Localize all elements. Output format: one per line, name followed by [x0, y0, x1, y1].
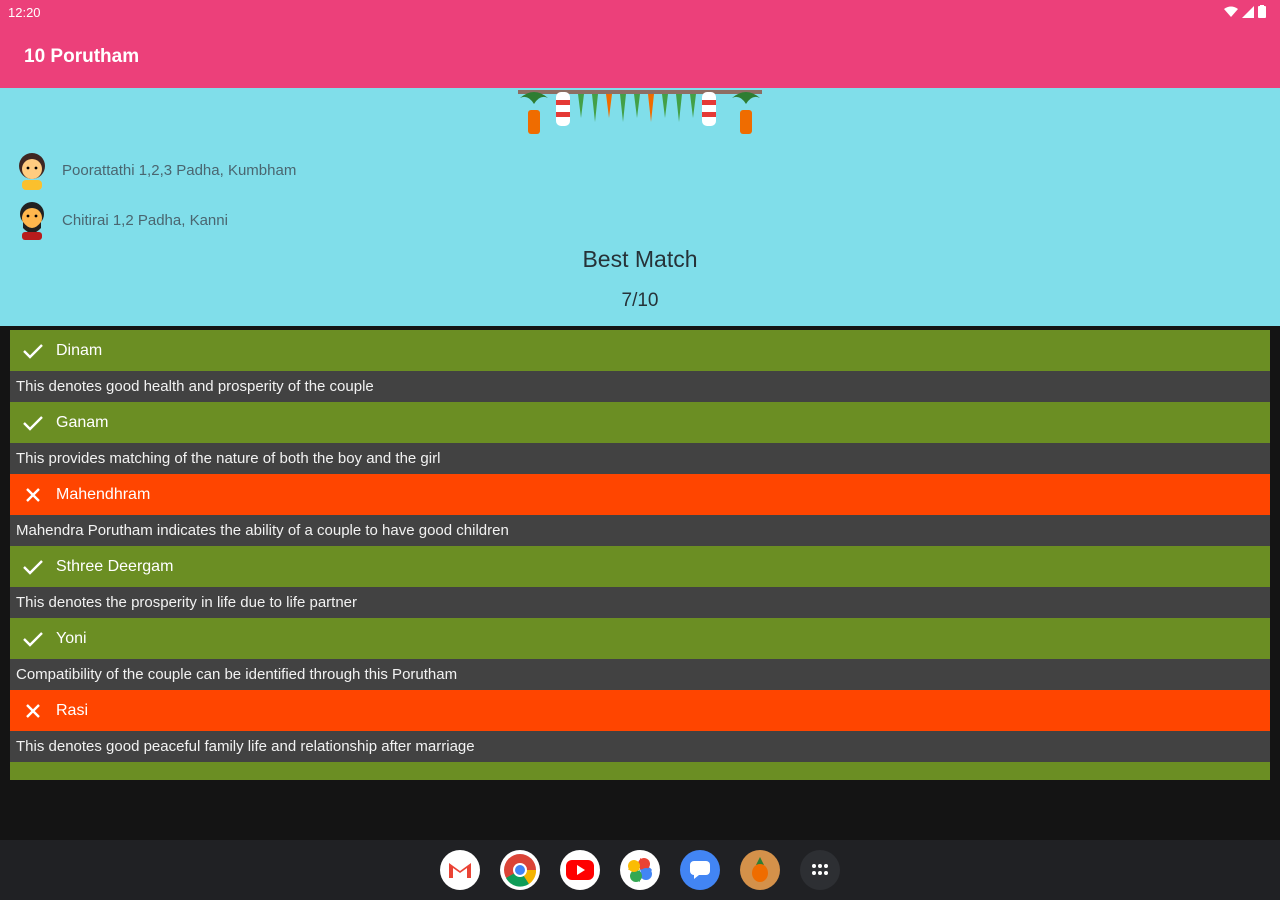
signal-icon — [1242, 5, 1254, 18]
bride-avatar-icon — [19, 153, 45, 190]
list-item[interactable]: Sthree Deergam This denotes the prosperi… — [10, 546, 1270, 618]
groom-profile: Chitirai 1,2 Padha, Kanni — [14, 200, 228, 240]
battery-icon — [1258, 5, 1266, 18]
porutham-description: This denotes the prosperity in life due … — [10, 587, 1270, 618]
status-bar: 12:20 — [0, 0, 1280, 26]
youtube-icon[interactable] — [560, 850, 600, 890]
porutham-header[interactable]: Dinam — [10, 330, 1270, 371]
porutham-header[interactable]: Yoni — [10, 618, 1270, 659]
match-result-title: Best Match — [582, 246, 698, 272]
groom-avatar-icon — [20, 202, 44, 240]
gmail-icon[interactable] — [440, 850, 480, 890]
porutham-header[interactable]: Sthree Deergam — [10, 546, 1270, 587]
chrome-icon[interactable] — [500, 850, 540, 890]
app-title: 10 Porutham — [24, 46, 140, 67]
match-summary-panel: Poorattathi 1,2,3 Padha, Kumbham Chitira… — [0, 88, 1280, 326]
close-icon — [10, 487, 56, 503]
list-item[interactable]: Rasi This denotes good peaceful family l… — [10, 690, 1270, 762]
porutham-name: Dinam — [56, 341, 103, 359]
messages-icon[interactable] — [680, 850, 720, 890]
porutham-name: Mahendhram — [56, 485, 151, 503]
check-icon — [10, 559, 56, 575]
list-item[interactable]: Mahendhram Mahendra Porutham indicates t… — [10, 474, 1270, 546]
app-bar: 10 Porutham — [0, 26, 1280, 88]
porutham-name: Rasi — [56, 701, 89, 719]
match-score: 7/10 — [621, 290, 659, 311]
bride-profile: Poorattathi 1,2,3 Padha, Kumbham — [14, 150, 296, 190]
list-item[interactable]: Ganam This provides matching of the natu… — [10, 402, 1270, 474]
porutham-description: This denotes good health and prosperity … — [10, 371, 1270, 402]
check-icon — [10, 343, 56, 359]
groom-star-label: Chitirai 1,2 Padha, Kanni — [62, 211, 228, 229]
toran-decoration-icon — [518, 90, 762, 134]
porutham-name: Yoni — [56, 629, 87, 647]
app-drawer-icon[interactable] — [800, 850, 840, 890]
app-dock — [440, 850, 840, 890]
porutham-description: This provides matching of the nature of … — [10, 443, 1270, 474]
porutham-description: Compatibility of the couple can be ident… — [10, 659, 1270, 690]
check-icon — [10, 631, 56, 647]
porutham-header[interactable] — [10, 762, 1270, 780]
check-icon — [10, 415, 56, 431]
porutham-description: This denotes good peaceful family life a… — [10, 731, 1270, 762]
photos-icon[interactable] — [620, 850, 660, 890]
porutham-list[interactable]: Dinam This denotes good health and prosp… — [10, 330, 1270, 780]
list-item[interactable]: Dinam This denotes good health and prosp… — [10, 330, 1270, 402]
porutham-name: Sthree Deergam — [56, 557, 174, 575]
close-icon — [10, 703, 56, 719]
porutham-header[interactable]: Rasi — [10, 690, 1270, 731]
list-item[interactable]: Yoni Compatibility of the couple can be … — [10, 618, 1270, 690]
porutham-description: Mahendra Porutham indicates the ability … — [10, 515, 1270, 546]
porutham-header[interactable]: Mahendhram — [10, 474, 1270, 515]
porutham-app-icon[interactable] — [740, 850, 780, 890]
bride-star-label: Poorattathi 1,2,3 Padha, Kumbham — [62, 161, 297, 179]
porutham-header[interactable]: Ganam — [10, 402, 1270, 443]
status-icons — [1224, 5, 1266, 18]
porutham-name: Ganam — [56, 413, 109, 431]
list-item-partial[interactable] — [10, 762, 1270, 780]
status-time: 12:20 — [8, 5, 41, 20]
wifi-icon — [1224, 6, 1238, 17]
taskbar — [0, 840, 1280, 900]
